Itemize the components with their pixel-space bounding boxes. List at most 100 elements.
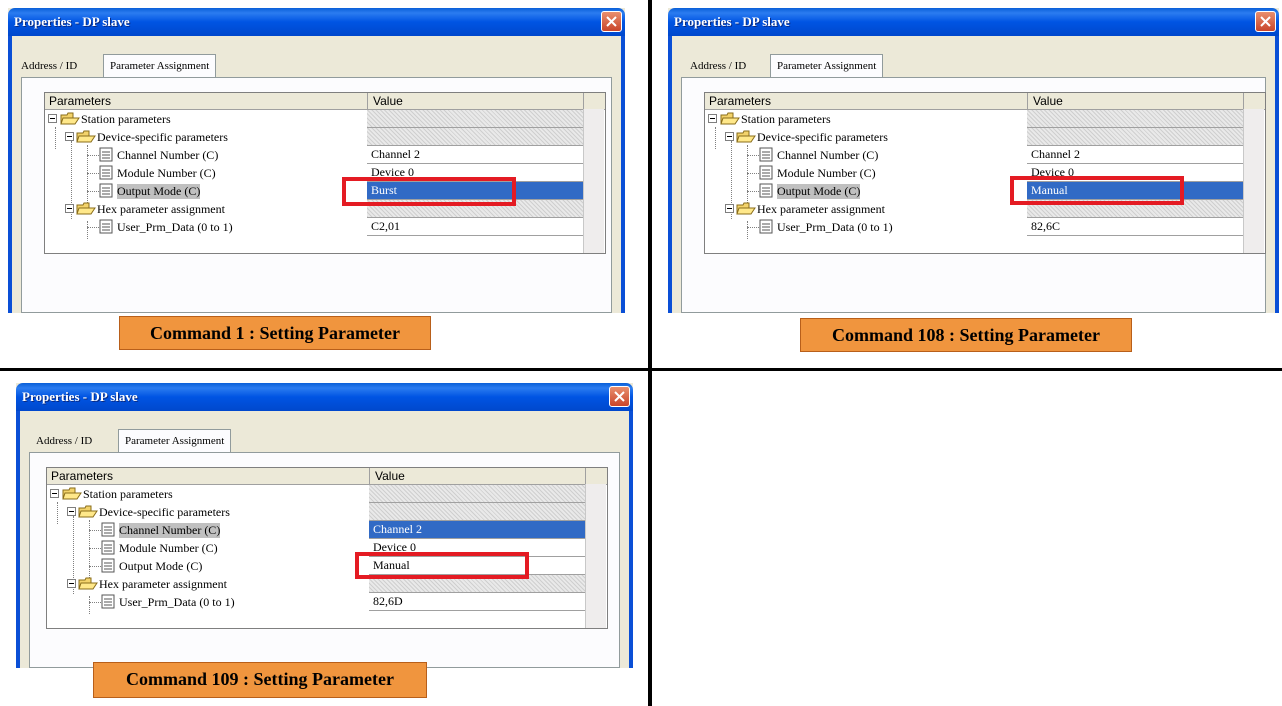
collapse-icon[interactable] <box>50 489 59 498</box>
close-button[interactable] <box>1255 11 1276 32</box>
column-header-value[interactable]: Value <box>375 469 405 483</box>
folder-icon <box>720 112 740 125</box>
window-border <box>629 411 633 668</box>
row-label: Device-specific parameters <box>99 505 230 519</box>
tree-row-user-prm[interactable]: User_Prm_Data (0 to 1) 82,6C <box>705 218 1243 236</box>
tab-parameter-assignment[interactable]: Parameter Assignment <box>770 54 884 78</box>
quadrant-divider-horizontal <box>0 368 1282 371</box>
row-label: Hex parameter assignment <box>99 577 227 591</box>
row-label: Station parameters <box>81 112 171 126</box>
collapse-icon[interactable] <box>725 132 734 141</box>
caption-command-108: Command 108 : Setting Parameter <box>800 318 1132 352</box>
column-header-value[interactable]: Value <box>1033 94 1063 108</box>
tab-pane: Parameters Value Station parameters Devi… <box>29 452 620 668</box>
row-value[interactable]: 82,6D <box>369 593 585 611</box>
row-label: Output Mode (C) <box>117 184 201 199</box>
tree-row-station[interactable]: Station parameters <box>705 110 1243 128</box>
dialog-titlebar: Properties - DP slave <box>668 8 1279 36</box>
dialog-title: Properties - DP slave <box>22 389 138 404</box>
dialog-titlebar: Properties - DP slave <box>16 383 633 411</box>
grid-scrollbar[interactable] <box>583 109 604 253</box>
row-label: Output Mode (C) <box>119 559 203 573</box>
row-label: Channel Number (C) <box>117 148 219 162</box>
document-icon <box>101 558 115 573</box>
document-icon <box>759 147 773 162</box>
tree-row-user-prm[interactable]: User_Prm_Data (0 to 1) 82,6D <box>47 593 585 611</box>
tree-row-device[interactable]: Device-specific parameters <box>47 503 585 521</box>
highlight-box <box>1010 176 1184 205</box>
row-label: Module Number (C) <box>117 166 216 180</box>
highlight-box <box>355 552 529 579</box>
dialog-title: Properties - DP slave <box>14 14 130 29</box>
tab-pane: Parameters Value Station parameters Devi… <box>21 77 612 313</box>
document-icon <box>101 540 115 555</box>
tree-row-channel[interactable]: Channel Number (C) Channel 2 <box>705 146 1243 164</box>
tree-row-station[interactable]: Station parameters <box>47 485 585 503</box>
close-button[interactable] <box>609 386 630 407</box>
document-icon <box>99 165 113 180</box>
tree-row-device[interactable]: Device-specific parameters <box>45 128 583 146</box>
grid-scrollbar[interactable] <box>585 484 606 628</box>
tree-row-device[interactable]: Device-specific parameters <box>705 128 1243 146</box>
collapse-icon[interactable] <box>725 204 734 213</box>
column-header-parameters[interactable]: Parameters <box>51 469 113 483</box>
highlight-box <box>342 177 516 206</box>
tab-parameter-assignment[interactable]: Parameter Assignment <box>103 54 217 78</box>
document-icon <box>759 183 773 198</box>
folder-icon <box>736 130 756 143</box>
row-value[interactable]: Channel 2 <box>369 521 585 539</box>
row-value <box>1027 128 1243 146</box>
folder-icon <box>76 202 96 215</box>
window-border <box>621 36 625 313</box>
column-header-value[interactable]: Value <box>373 94 403 108</box>
row-label: Hex parameter assignment <box>757 202 885 216</box>
dialog-command-109: Properties - DP slave Address / ID Param… <box>16 383 633 668</box>
row-value[interactable]: C2,01 <box>367 218 583 236</box>
row-label: Channel Number (C) <box>777 148 879 162</box>
collapse-icon[interactable] <box>65 204 74 213</box>
row-label: User_Prm_Data (0 to 1) <box>117 220 233 234</box>
dialog-command-1: Properties - DP slave Address / ID Param… <box>8 8 625 313</box>
close-icon <box>606 16 617 27</box>
tree-row-user-prm[interactable]: User_Prm_Data (0 to 1) C2,01 <box>45 218 583 236</box>
grid-scrollbar[interactable] <box>1243 109 1264 253</box>
document-icon <box>101 522 115 537</box>
tree-row-channel[interactable]: Channel Number (C) Channel 2 <box>47 521 585 539</box>
row-value <box>1027 110 1243 128</box>
quadrant-divider-vertical <box>648 0 652 706</box>
tab-address-id[interactable]: Address / ID <box>21 60 77 78</box>
parameter-grid: Parameters Value Station parameters Devi… <box>46 467 608 629</box>
document-icon <box>759 219 773 234</box>
collapse-icon[interactable] <box>67 507 76 516</box>
row-label: User_Prm_Data (0 to 1) <box>119 595 235 609</box>
row-value <box>367 128 583 146</box>
dialog-titlebar: Properties - DP slave <box>8 8 625 36</box>
row-value[interactable]: Channel 2 <box>367 146 583 164</box>
row-label: Station parameters <box>741 112 831 126</box>
folder-icon <box>62 487 82 500</box>
row-label: Device-specific parameters <box>757 130 888 144</box>
collapse-icon[interactable] <box>65 132 74 141</box>
parameter-grid: Parameters Value Station parameters Devi… <box>704 92 1266 254</box>
dialog-command-108: Properties - DP slave Address / ID Param… <box>668 8 1279 313</box>
tab-parameter-assignment[interactable]: Parameter Assignment <box>118 429 232 453</box>
column-header-parameters[interactable]: Parameters <box>49 94 111 108</box>
row-value[interactable]: 82,6C <box>1027 218 1243 236</box>
tree-row-channel[interactable]: Channel Number (C) Channel 2 <box>45 146 583 164</box>
tab-address-id[interactable]: Address / ID <box>690 60 746 78</box>
tree-row-station[interactable]: Station parameters <box>45 110 583 128</box>
collapse-icon[interactable] <box>708 114 717 123</box>
folder-icon <box>736 202 756 215</box>
collapse-icon[interactable] <box>67 579 76 588</box>
row-label: Station parameters <box>83 487 173 501</box>
folder-icon <box>60 112 80 125</box>
folder-icon <box>78 505 98 518</box>
collapse-icon[interactable] <box>48 114 57 123</box>
close-button[interactable] <box>601 11 622 32</box>
parameter-grid: Parameters Value Station parameters Devi… <box>44 92 606 254</box>
tab-address-id[interactable]: Address / ID <box>36 435 92 453</box>
caption-command-1: Command 1 : Setting Parameter <box>119 316 431 350</box>
row-label: Module Number (C) <box>777 166 876 180</box>
row-value[interactable]: Channel 2 <box>1027 146 1243 164</box>
column-header-parameters[interactable]: Parameters <box>709 94 771 108</box>
